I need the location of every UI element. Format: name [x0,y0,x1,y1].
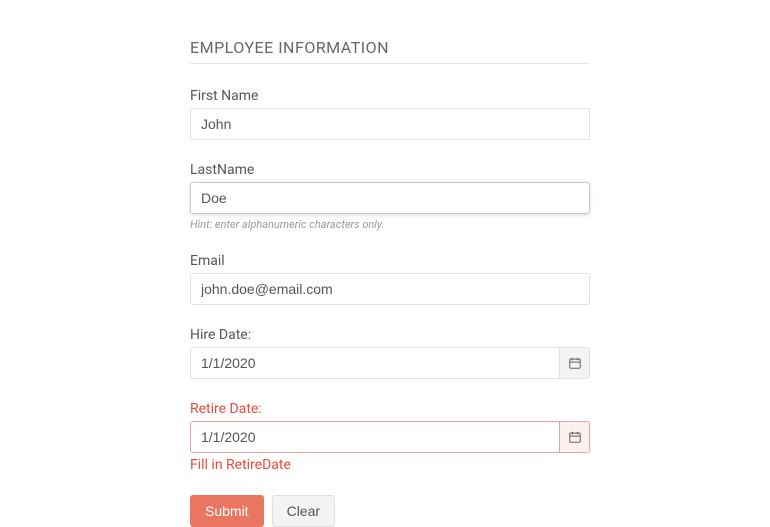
hire-date-picker-button[interactable] [559,348,589,378]
hire-date-group: Hire Date: [190,327,590,379]
employee-form: EMPLOYEE INFORMATION First Name LastName… [190,0,590,527]
button-row: Submit Clear [190,495,590,527]
email-group: Email [190,253,590,305]
hire-date-wrap [190,347,590,379]
title-divider [190,63,590,64]
last-name-input[interactable] [190,182,590,214]
hire-date-input[interactable] [190,347,590,379]
submit-button[interactable]: Submit [190,495,264,527]
calendar-icon [568,430,582,444]
retire-date-wrap [190,421,590,453]
first-name-group: First Name [190,88,590,140]
retire-date-error: Fill in RetireDate [190,457,590,473]
calendar-icon [568,356,582,370]
last-name-group: LastName Hint: enter alphanumeric charac… [190,162,590,231]
first-name-label: First Name [190,88,590,104]
first-name-input[interactable] [190,108,590,140]
last-name-label: LastName [190,162,590,178]
clear-button[interactable]: Clear [272,495,335,527]
email-label: Email [190,253,590,269]
email-input[interactable] [190,273,590,305]
hire-date-label: Hire Date: [190,327,590,343]
retire-date-group: Retire Date: Fill in RetireDate [190,401,590,473]
form-title: EMPLOYEE INFORMATION [190,38,590,57]
retire-date-input[interactable] [190,421,590,453]
retire-date-picker-button[interactable] [559,422,589,452]
last-name-hint: Hint: enter alphanumeric characters only… [190,218,590,231]
retire-date-label: Retire Date: [190,401,590,417]
